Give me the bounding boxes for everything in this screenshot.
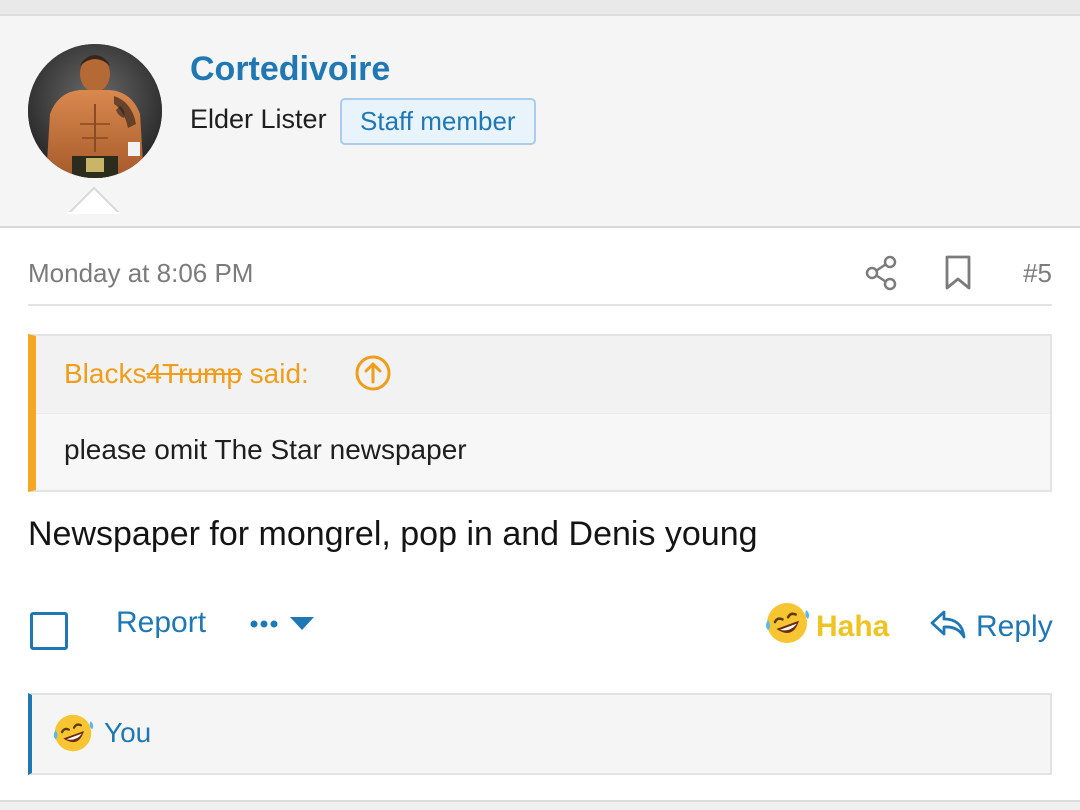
reaction-users[interactable]: You bbox=[104, 717, 151, 749]
post-date[interactable]: Monday at 8:06 PM bbox=[28, 258, 253, 289]
quote-author-struck: 4Trump bbox=[146, 358, 242, 389]
quote-text: please omit The Star newspaper bbox=[64, 434, 467, 465]
quote-block: Blacks4Trump said: please omit The Star … bbox=[28, 334, 1052, 492]
haha-label: Haha bbox=[816, 610, 890, 643]
staff-badge: Staff member bbox=[340, 98, 536, 145]
select-checkbox[interactable] bbox=[30, 612, 68, 650]
quote-header: Blacks4Trump said: bbox=[36, 336, 1050, 414]
reply-label: Reply bbox=[976, 610, 1053, 643]
reactions-bar[interactable]: You bbox=[28, 693, 1052, 775]
avatar-photo bbox=[28, 44, 162, 178]
laughing-emoji-icon bbox=[766, 603, 810, 643]
quote-author-name: Blacks bbox=[64, 358, 147, 389]
user-title: Elder Lister bbox=[190, 104, 327, 134]
post-number[interactable]: #5 bbox=[1023, 258, 1052, 289]
bookmark-icon[interactable] bbox=[942, 254, 974, 292]
post-body: Newspaper for mongrel, pop in and Denis … bbox=[28, 515, 758, 553]
share-icon[interactable] bbox=[863, 254, 899, 292]
reply-button[interactable]: Reply bbox=[928, 602, 1053, 650]
quote-said: said: bbox=[241, 358, 309, 389]
bottom-divider bbox=[0, 800, 1080, 810]
reply-icon bbox=[930, 610, 966, 639]
header-pointer bbox=[68, 187, 120, 214]
top-bar bbox=[0, 0, 1080, 16]
user-avatar[interactable] bbox=[28, 44, 162, 178]
report-link[interactable]: Report bbox=[116, 606, 206, 640]
post-meta: Monday at 8:06 PM #5 bbox=[28, 255, 1052, 306]
laughing-emoji-icon bbox=[53, 714, 94, 752]
ellipsis-dropdown-icon[interactable] bbox=[248, 610, 318, 640]
username[interactable]: Cortedivoire bbox=[190, 50, 390, 89]
quote-author[interactable]: Blacks4Trump said: bbox=[64, 358, 309, 390]
arrow-circle-up-icon[interactable] bbox=[354, 354, 392, 392]
haha-reaction-button[interactable]: Haha bbox=[764, 600, 894, 648]
user-header: Cortedivoire Elder Lister Staff member bbox=[0, 16, 1080, 228]
